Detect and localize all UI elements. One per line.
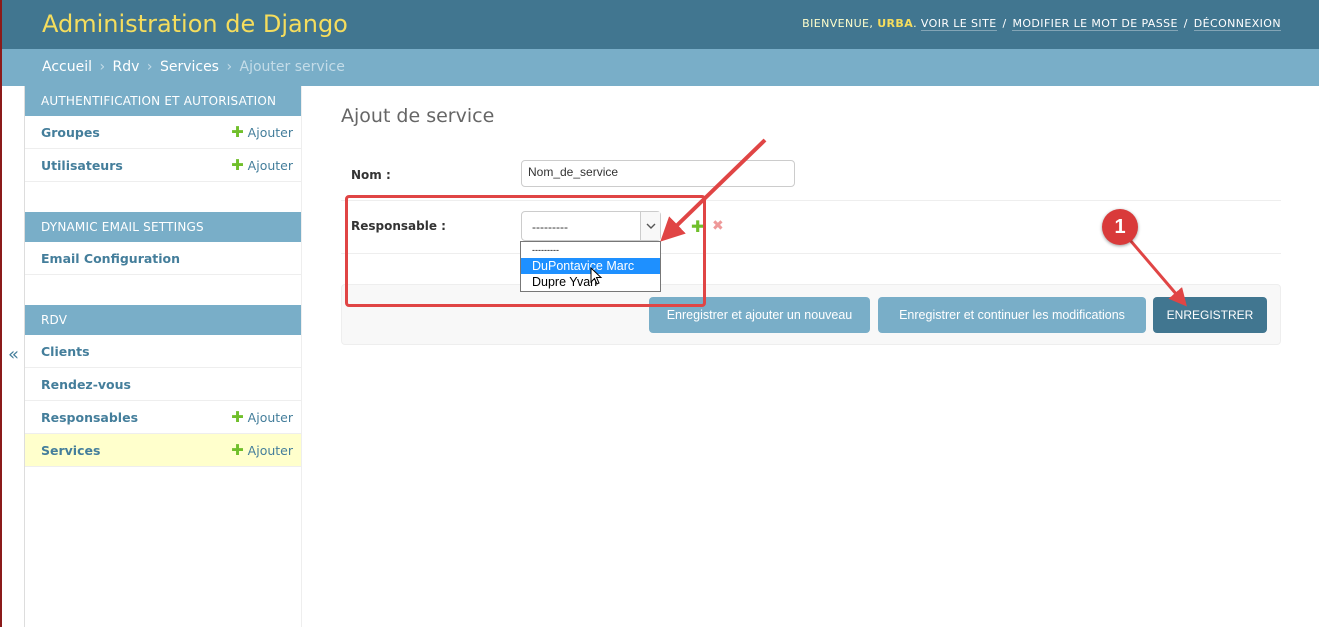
nav-sidebar-toggle[interactable]: « bbox=[2, 86, 25, 627]
plus-icon: ✚ bbox=[231, 408, 244, 426]
separator: / bbox=[1183, 17, 1188, 30]
module-spacer bbox=[25, 275, 301, 305]
plus-icon: ✚ bbox=[231, 441, 244, 459]
view-site-link[interactable]: Voir le site bbox=[920, 17, 997, 31]
site-title[interactable]: Administration de Django bbox=[42, 10, 348, 38]
delete-related-icon[interactable]: ✖ bbox=[712, 218, 724, 234]
user-tools: Bienvenue, urba. Voir le site / Modifier… bbox=[802, 17, 1281, 31]
sidebar-item-clients[interactable]: Clients bbox=[25, 335, 301, 368]
breadcrumb: Accueil › Rdv › Services › Ajouter servi… bbox=[2, 49, 1319, 86]
plus-icon: ✚ bbox=[231, 156, 244, 174]
sidebar-item-label[interactable]: Email Configuration bbox=[41, 251, 180, 266]
page-title: Ajout de service bbox=[341, 105, 495, 127]
save-and-add-another-button[interactable]: Enregistrer et ajouter un nouveau bbox=[649, 297, 870, 333]
nav-sidebar: Authentification et autorisation Groupes… bbox=[25, 86, 302, 627]
save-button[interactable]: Enregistrer bbox=[1153, 297, 1267, 333]
content: Ajout de service bbox=[341, 105, 494, 127]
add-label[interactable]: Ajouter bbox=[248, 125, 293, 140]
add-link[interactable]: ✚ Ajouter bbox=[231, 441, 293, 459]
sidebar-item-email-configuration[interactable]: Email Configuration bbox=[25, 242, 301, 275]
chevron-down-icon[interactable] bbox=[640, 212, 660, 240]
sidebar-item-label[interactable]: Clients bbox=[41, 344, 90, 359]
dropdown-option[interactable]: --------- bbox=[521, 242, 660, 258]
select-value: --------- bbox=[532, 220, 568, 234]
sidebar-item-services[interactable]: Services ✚ Ajouter bbox=[25, 434, 301, 467]
module-spacer bbox=[25, 182, 301, 212]
nom-input[interactable]: Nom_de_service bbox=[521, 160, 795, 187]
separator: / bbox=[1002, 17, 1007, 30]
add-link[interactable]: ✚ Ajouter bbox=[231, 123, 293, 141]
breadcrumb-separator: › bbox=[146, 59, 153, 75]
add-link[interactable]: ✚ Ajouter bbox=[231, 156, 293, 174]
nom-label: Nom : bbox=[351, 168, 391, 182]
add-related-icon[interactable]: ✚ bbox=[691, 217, 704, 236]
module-caption-auth[interactable]: Authentification et autorisation bbox=[25, 86, 301, 116]
sidebar-item-rendez-vous[interactable]: Rendez-vous bbox=[25, 368, 301, 401]
sidebar-item-label[interactable]: Services bbox=[41, 443, 100, 458]
username: urba bbox=[877, 17, 914, 30]
add-link[interactable]: ✚ Ajouter bbox=[231, 408, 293, 426]
form-row-responsable: Responsable : --------- ✚ ✖ bbox=[341, 202, 1281, 254]
add-label[interactable]: Ajouter bbox=[248, 443, 293, 458]
breadcrumb-separator: › bbox=[99, 59, 106, 75]
module-caption-rdv[interactable]: Rdv bbox=[25, 305, 301, 335]
sidebar-item-groupes[interactable]: Groupes ✚ Ajouter bbox=[25, 116, 301, 149]
add-label[interactable]: Ajouter bbox=[248, 158, 293, 173]
submit-row: Enregistrer et ajouter un nouveau Enregi… bbox=[341, 284, 1281, 345]
add-label[interactable]: Ajouter bbox=[248, 410, 293, 425]
breadcrumb-separator: › bbox=[226, 59, 233, 75]
module-caption-email[interactable]: Dynamic Email Settings bbox=[25, 212, 301, 242]
sidebar-item-label[interactable]: Rendez-vous bbox=[41, 377, 131, 392]
breadcrumb-app[interactable]: Rdv bbox=[113, 59, 140, 75]
sidebar-item-label[interactable]: Utilisateurs bbox=[41, 158, 123, 173]
welcome-text: Bienvenue, bbox=[802, 17, 874, 30]
header: Administration de Django Bienvenue, urba… bbox=[2, 0, 1319, 49]
collapse-icon[interactable]: « bbox=[8, 344, 19, 365]
mouse-cursor-icon bbox=[590, 267, 603, 285]
breadcrumb-model[interactable]: Services bbox=[160, 59, 219, 75]
annotation-badge: 1 bbox=[1102, 209, 1138, 245]
sidebar-item-label[interactable]: Responsables bbox=[41, 410, 138, 425]
responsable-select[interactable]: --------- bbox=[521, 211, 661, 241]
breadcrumb-current: Ajouter service bbox=[239, 59, 345, 75]
logout-link[interactable]: Déconnexion bbox=[1193, 17, 1281, 31]
sidebar-item-utilisateurs[interactable]: Utilisateurs ✚ Ajouter bbox=[25, 149, 301, 182]
form-row-nom: Nom : Nom_de_service bbox=[341, 155, 1281, 201]
change-password-link[interactable]: Modifier le mot de passe bbox=[1012, 17, 1178, 31]
save-and-continue-button[interactable]: Enregistrer et continuer les modificatio… bbox=[878, 297, 1146, 333]
breadcrumb-home[interactable]: Accueil bbox=[42, 59, 92, 75]
sidebar-item-responsables[interactable]: Responsables ✚ Ajouter bbox=[25, 401, 301, 434]
responsable-label: Responsable : bbox=[351, 219, 446, 233]
plus-icon: ✚ bbox=[231, 123, 244, 141]
sidebar-item-label[interactable]: Groupes bbox=[41, 125, 100, 140]
